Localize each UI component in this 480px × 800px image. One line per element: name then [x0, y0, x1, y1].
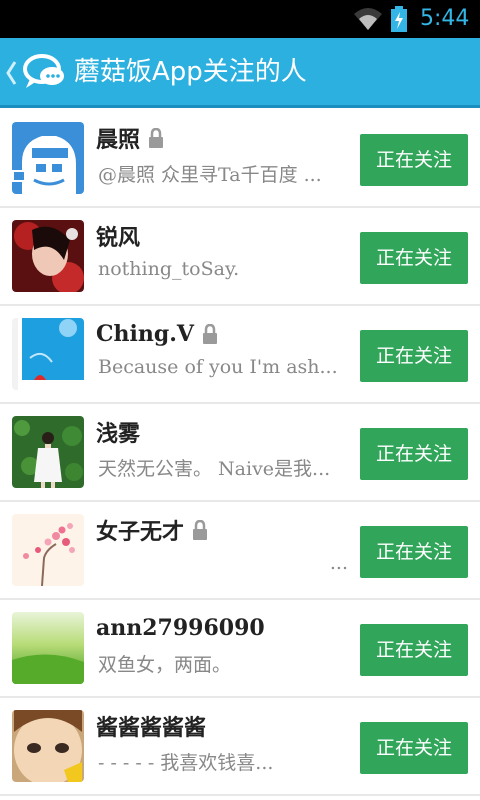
user-name: 浅雾 — [96, 421, 141, 447]
user-bio: 双鱼女，两面。 — [98, 654, 232, 676]
user-bio: 天然无公害。 Naive是我... — [98, 458, 331, 480]
avatar[interactable] — [12, 220, 84, 292]
back-chevron-icon[interactable] — [4, 58, 18, 88]
user-name: 晨照 — [96, 127, 141, 153]
list-item[interactable]: 酱酱酱酱酱 - - - - - 我喜欢钱喜... 正在关注 — [0, 698, 480, 796]
user-bio: ... — [329, 552, 348, 574]
status-bar: 5:44 — [0, 0, 480, 38]
avatar[interactable] — [12, 318, 84, 390]
user-name: 女子无才 — [96, 519, 185, 545]
lock-icon — [202, 324, 217, 344]
user-bio: - - - - - 我喜欢钱喜... — [98, 752, 274, 774]
action-bar: 蘑菇饭App关注的人 — [0, 38, 480, 108]
list-item[interactable]: 浅雾 天然无公害。 Naive是我... 正在关注 — [0, 404, 480, 502]
list-item[interactable]: Ching.V Because of you I'm ash... 正在关注 — [0, 306, 480, 404]
following-button[interactable]: 正在关注 — [360, 722, 468, 774]
following-button[interactable]: 正在关注 — [360, 330, 468, 382]
list-item[interactable]: ann27996090 双鱼女，两面。 正在关注 — [0, 600, 480, 698]
following-button[interactable]: 正在关注 — [360, 232, 468, 284]
list-item[interactable]: 晨照 @晨照 众里寻Ta千百度 ... 正在关注 — [0, 110, 480, 208]
avatar[interactable] — [12, 122, 84, 194]
clock: 5:44 — [420, 6, 470, 31]
user-bio: Because of you I'm ash... — [98, 356, 338, 378]
app-logo-icon[interactable] — [22, 52, 66, 92]
list-item[interactable]: 女子无才 ... 正在关注 — [0, 502, 480, 600]
user-name: 锐风 — [96, 225, 141, 251]
avatar[interactable] — [12, 416, 84, 488]
page-title: 蘑菇饭App关注的人 — [74, 57, 307, 87]
list-item[interactable]: 锐风 nothing_toSay. 正在关注 — [0, 208, 480, 306]
following-button[interactable]: 正在关注 — [360, 134, 468, 186]
lock-icon — [193, 520, 208, 540]
following-button[interactable]: 正在关注 — [360, 428, 468, 480]
user-name: Ching.V — [96, 321, 194, 347]
wifi-icon — [354, 8, 382, 30]
user-name: ann27996090 — [96, 615, 265, 641]
following-button[interactable]: 正在关注 — [360, 624, 468, 676]
lock-icon — [149, 128, 164, 148]
following-button[interactable]: 正在关注 — [360, 526, 468, 578]
avatar[interactable] — [12, 612, 84, 684]
following-list: 晨照 @晨照 众里寻Ta千百度 ... 正在关注 锐风 nothing_toSa… — [0, 110, 480, 796]
user-bio: nothing_toSay. — [98, 258, 240, 280]
avatar[interactable] — [12, 710, 84, 782]
user-bio: @晨照 众里寻Ta千百度 ... — [98, 164, 322, 186]
user-name: 酱酱酱酱酱 — [96, 715, 207, 741]
avatar[interactable] — [12, 514, 84, 586]
battery-charging-icon — [391, 6, 407, 32]
